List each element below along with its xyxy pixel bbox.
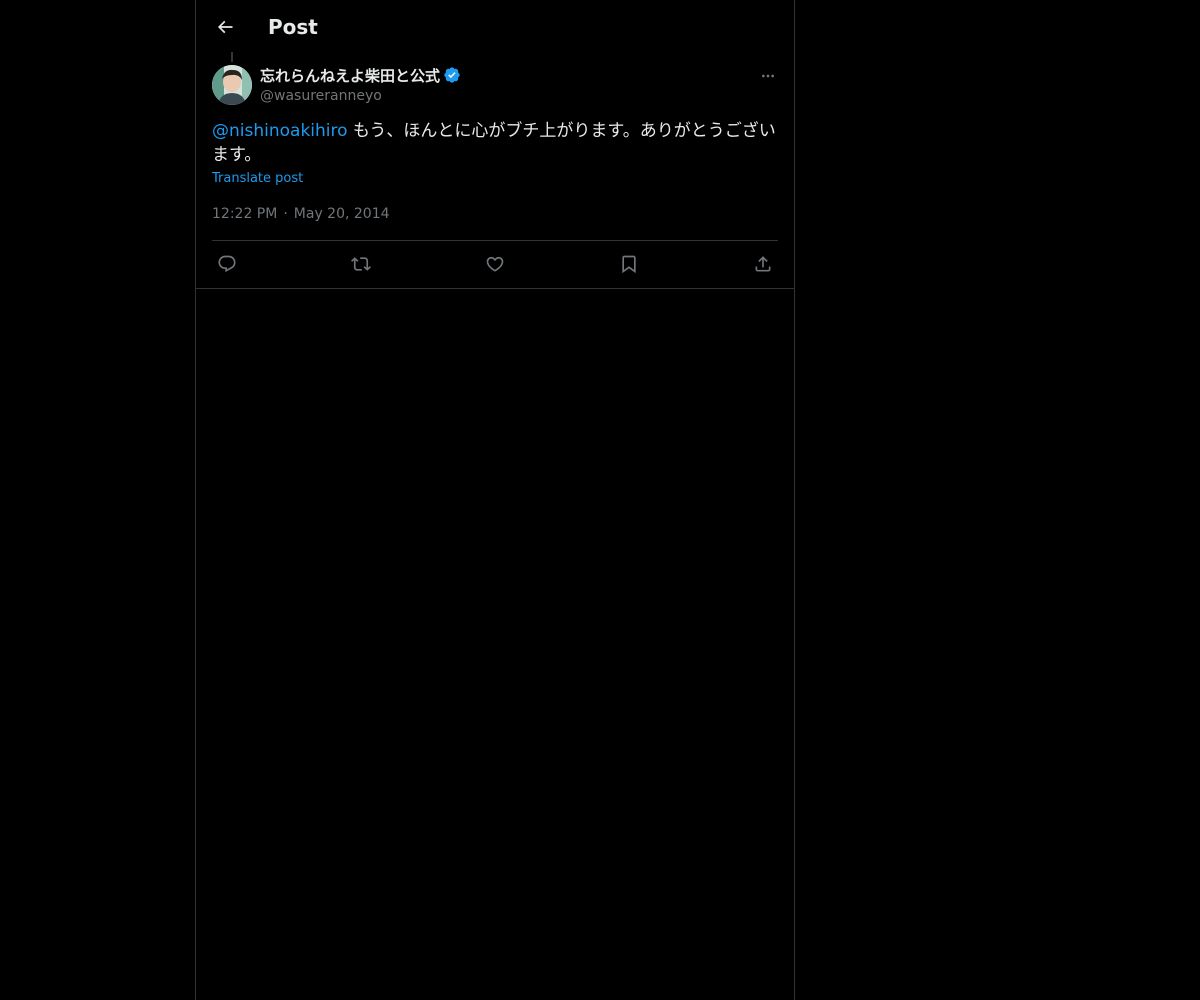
action-bar (212, 248, 778, 280)
more-dots-icon (760, 68, 776, 84)
repost-button[interactable] (346, 249, 376, 279)
display-name[interactable]: 忘れらんねえよ柴田と公式 (260, 65, 440, 86)
divider (212, 240, 778, 241)
reply-icon (217, 254, 237, 274)
post-timestamp: 12:22 PM · May 20, 2014 (212, 204, 390, 224)
name-row: 忘れらんねえよ柴田と公式 (260, 64, 461, 86)
avatar[interactable] (212, 65, 252, 105)
back-button[interactable] (208, 10, 242, 44)
author-handle[interactable]: @wasureranneyo (260, 86, 461, 106)
repost-icon (351, 254, 371, 274)
main-column: Post 忘れらんねえよ柴田と公式 @wasureranneyo @nishin… (195, 0, 795, 1000)
post-time[interactable]: 12:22 PM (212, 204, 277, 224)
thread-line (231, 52, 233, 62)
share-button[interactable] (748, 249, 778, 279)
page-title: Post (268, 15, 318, 39)
bookmark-icon (619, 254, 639, 274)
divider (196, 288, 794, 289)
more-options-button[interactable] (758, 66, 778, 86)
like-button[interactable] (480, 249, 510, 279)
mention-link[interactable]: @nishinoakihiro (212, 121, 348, 141)
translate-post-link[interactable]: Translate post (212, 170, 303, 188)
arrow-left-icon (215, 17, 235, 37)
reply-button[interactable] (212, 249, 242, 279)
post-date[interactable]: May 20, 2014 (294, 204, 390, 224)
meta-separator: · (283, 206, 288, 222)
post-text: @nishinoakihiro もう、ほんとに心がブチ上がります。ありがとうござ… (212, 119, 778, 167)
page-header: Post (196, 0, 794, 53)
author-block: 忘れらんねえよ柴田と公式 @wasureranneyo (260, 64, 461, 106)
like-icon (485, 254, 505, 274)
bookmark-button[interactable] (614, 249, 644, 279)
share-icon (753, 254, 773, 274)
verified-badge-icon (443, 66, 461, 84)
